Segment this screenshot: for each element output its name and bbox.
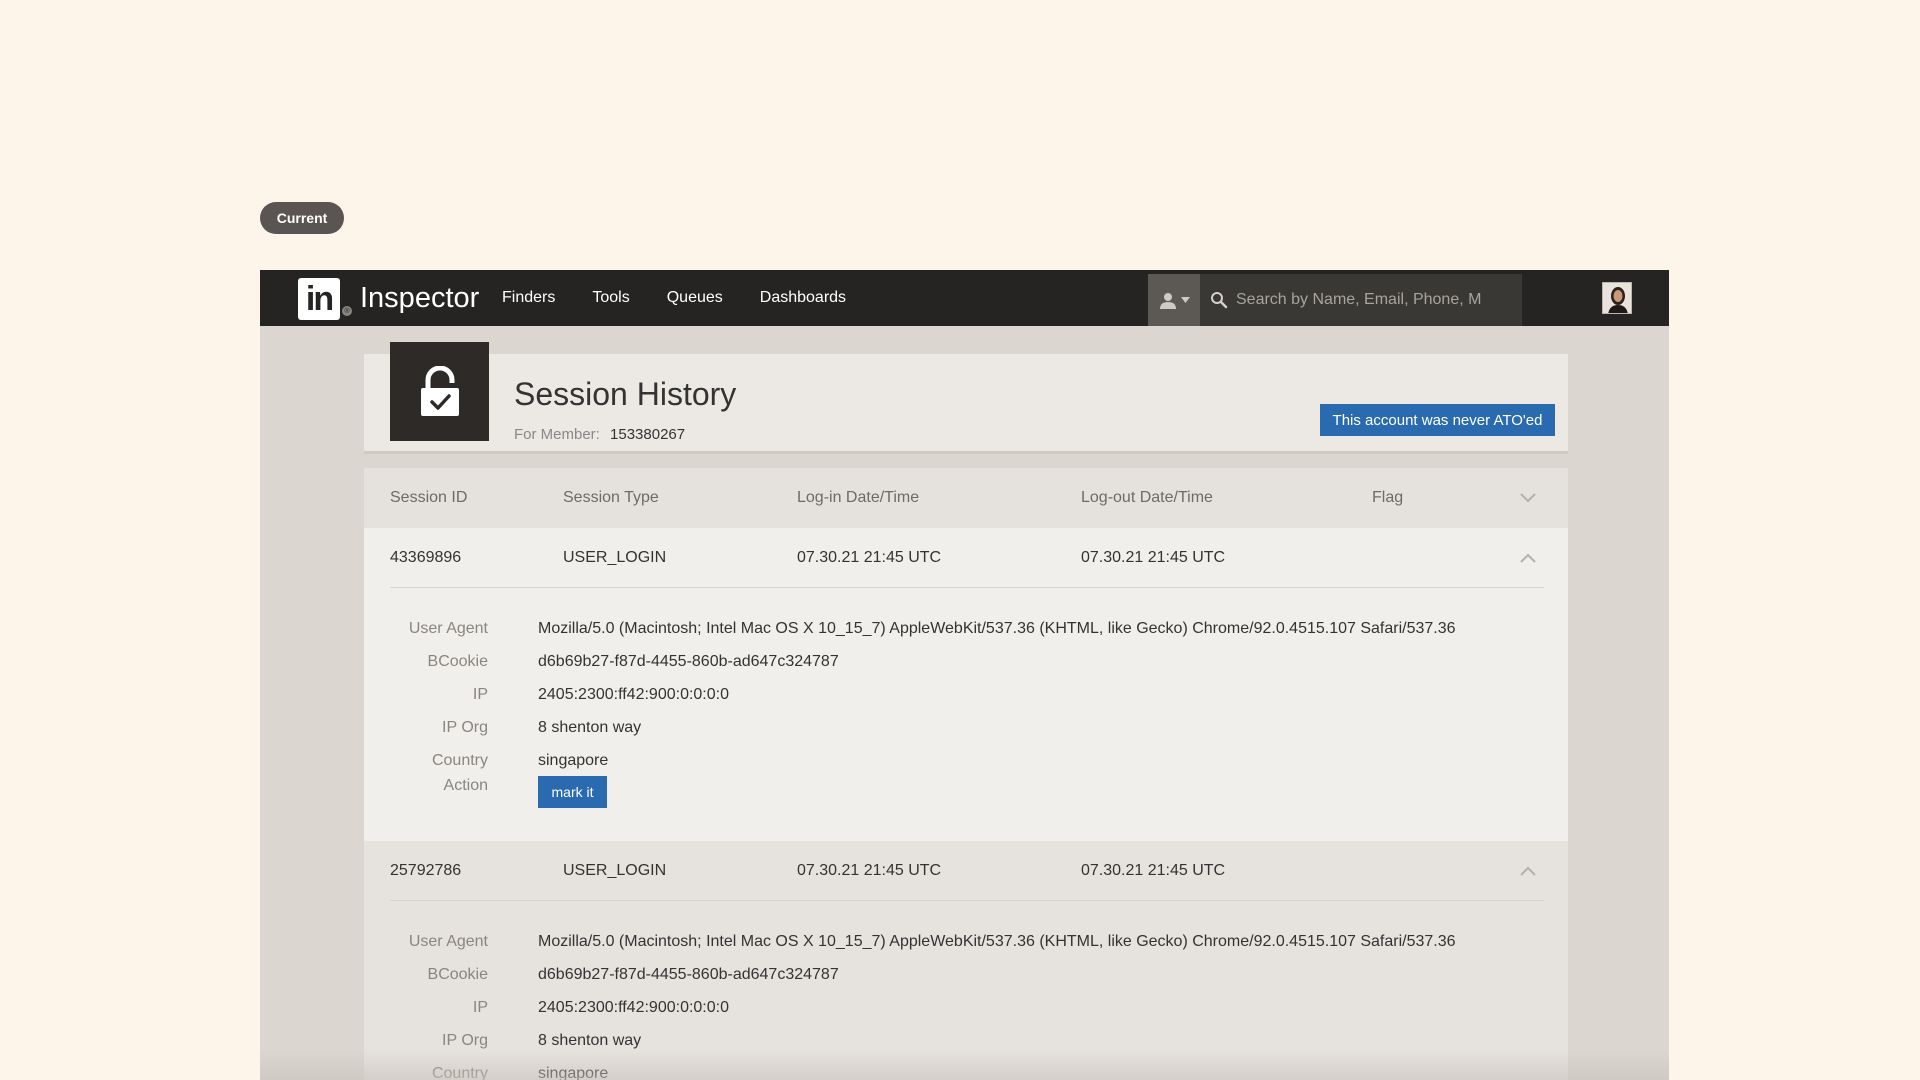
detail-label: IP bbox=[472, 998, 488, 1016]
person-icon bbox=[1159, 293, 1176, 309]
table-header: Session ID Session Type Log-in Date/Time… bbox=[364, 468, 1568, 528]
detail-label: IP bbox=[472, 685, 488, 703]
detail-label: Country bbox=[431, 751, 488, 769]
detail-label: BCookie bbox=[427, 652, 488, 670]
detail-value: d6b69b27-f87d-4455-860b-ad647c324787 bbox=[538, 965, 839, 983]
detail-value: Mozilla/5.0 (Macintosh; Intel Mac OS X 1… bbox=[538, 932, 1456, 950]
detail-value: 2405:2300:ff42:900:0:0:0:0 bbox=[538, 998, 729, 1016]
app-window: in ® Inspector Finders Tools Queues Dash… bbox=[260, 270, 1669, 1080]
mark-it-button[interactable]: mark it bbox=[538, 776, 607, 808]
member-line: For Member: 153380267 bbox=[514, 426, 685, 443]
member-label: For Member: bbox=[514, 426, 600, 443]
nav-finders[interactable]: Finders bbox=[502, 289, 555, 307]
registered-mark-icon: ® bbox=[342, 306, 352, 316]
detail-label: Action bbox=[443, 777, 488, 794]
detail-label: User Agent bbox=[408, 932, 488, 950]
detail-bcookie: BCookie d6b69b27-f87d-4455-860b-ad647c32… bbox=[364, 645, 1568, 678]
current-pill[interactable]: Current bbox=[260, 202, 344, 234]
detail-ip-org: IP Org 8 shenton way bbox=[364, 711, 1568, 744]
nav-queues[interactable]: Queues bbox=[667, 289, 723, 307]
row-divider bbox=[390, 587, 1544, 588]
row-summary[interactable]: 43369896 USER_LOGIN 07.30.21 21:45 UTC 0… bbox=[364, 528, 1568, 588]
detail-action: Action mark it bbox=[364, 776, 1568, 817]
detail-value: 2405:2300:ff42:900:0:0:0:0 bbox=[538, 685, 729, 703]
detail-ip: IP 2405:2300:ff42:900:0:0:0:0 bbox=[364, 678, 1568, 711]
detail-value: d6b69b27-f87d-4455-860b-ad647c324787 bbox=[538, 652, 839, 670]
detail-label: IP Org bbox=[442, 718, 488, 736]
session-history-header: Session History For Member: 153380267 Th… bbox=[364, 342, 1568, 454]
chevron-down-icon[interactable] bbox=[1520, 493, 1536, 503]
detail-country: Country singapore bbox=[364, 744, 1568, 777]
page-title: Session History bbox=[514, 376, 737, 412]
col-flag[interactable]: Flag bbox=[1372, 489, 1403, 507]
detail-value: Mozilla/5.0 (Macintosh; Intel Mac OS X 1… bbox=[538, 619, 1456, 637]
col-logout-time[interactable]: Log-out Date/Time bbox=[1081, 489, 1213, 507]
chevron-up-icon[interactable] bbox=[1520, 866, 1536, 876]
detail-label: BCookie bbox=[427, 965, 488, 983]
col-session-id[interactable]: Session ID bbox=[390, 489, 467, 507]
unlocked-lock-icon bbox=[390, 342, 489, 441]
main-nav: Finders Tools Queues Dashboards bbox=[502, 270, 883, 326]
bottom-shadow bbox=[260, 1050, 1669, 1080]
app-title[interactable]: Inspector bbox=[360, 282, 479, 315]
search-icon bbox=[1211, 292, 1228, 309]
nav-dashboards[interactable]: Dashboards bbox=[760, 289, 846, 307]
chevron-up-icon[interactable] bbox=[1520, 553, 1536, 563]
detail-value: 8 shenton way bbox=[538, 1031, 642, 1049]
nav-tools[interactable]: Tools bbox=[592, 289, 629, 307]
linkedin-logo[interactable]: in bbox=[298, 278, 340, 320]
member-id: 153380267 bbox=[610, 426, 686, 443]
detail-ip: IP 2405:2300:ff42:900:0:0:0:0 bbox=[364, 991, 1568, 1024]
detail-label: User Agent bbox=[408, 619, 488, 637]
search-box bbox=[1200, 274, 1522, 326]
ato-status-badge: This account was never ATO'ed bbox=[1320, 404, 1555, 436]
session-id: 43369896 bbox=[390, 549, 462, 566]
session-type: USER_LOGIN bbox=[563, 862, 667, 879]
search-type-dropdown[interactable] bbox=[1148, 274, 1200, 326]
login-time: 07.30.21 21:45 UTC bbox=[797, 862, 942, 879]
detail-value: singapore bbox=[538, 751, 609, 769]
detail-label: IP Org bbox=[442, 1031, 488, 1049]
session-type: USER_LOGIN bbox=[563, 549, 667, 566]
caret-down-icon bbox=[1180, 297, 1190, 303]
session-table: Session ID Session Type Log-in Date/Time… bbox=[364, 468, 1568, 1080]
row-divider bbox=[390, 900, 1544, 901]
detail-user-agent: User Agent Mozilla/5.0 (Macintosh; Intel… bbox=[364, 612, 1568, 645]
col-login-time[interactable]: Log-in Date/Time bbox=[797, 489, 919, 507]
detail-value: 8 shenton way bbox=[538, 718, 642, 736]
table-row: 43369896 USER_LOGIN 07.30.21 21:45 UTC 0… bbox=[364, 528, 1568, 841]
session-details: User Agent Mozilla/5.0 (Macintosh; Intel… bbox=[364, 588, 1568, 841]
user-avatar[interactable] bbox=[1602, 282, 1632, 314]
row-summary[interactable]: 25792786 USER_LOGIN 07.30.21 21:45 UTC 0… bbox=[364, 841, 1568, 901]
detail-user-agent: User Agent Mozilla/5.0 (Macintosh; Intel… bbox=[364, 925, 1568, 958]
top-navbar: in ® Inspector Finders Tools Queues Dash… bbox=[260, 270, 1669, 326]
detail-bcookie: BCookie d6b69b27-f87d-4455-860b-ad647c32… bbox=[364, 958, 1568, 991]
avatar-image bbox=[1603, 283, 1631, 313]
login-time: 07.30.21 21:45 UTC bbox=[797, 549, 942, 566]
session-id: 25792786 bbox=[390, 862, 462, 879]
col-session-type[interactable]: Session Type bbox=[563, 489, 659, 507]
logout-time: 07.30.21 21:45 UTC bbox=[1081, 862, 1226, 879]
table-row: 25792786 USER_LOGIN 07.30.21 21:45 UTC 0… bbox=[364, 841, 1568, 1080]
logout-time: 07.30.21 21:45 UTC bbox=[1081, 549, 1226, 566]
search-input[interactable] bbox=[1236, 291, 1486, 309]
